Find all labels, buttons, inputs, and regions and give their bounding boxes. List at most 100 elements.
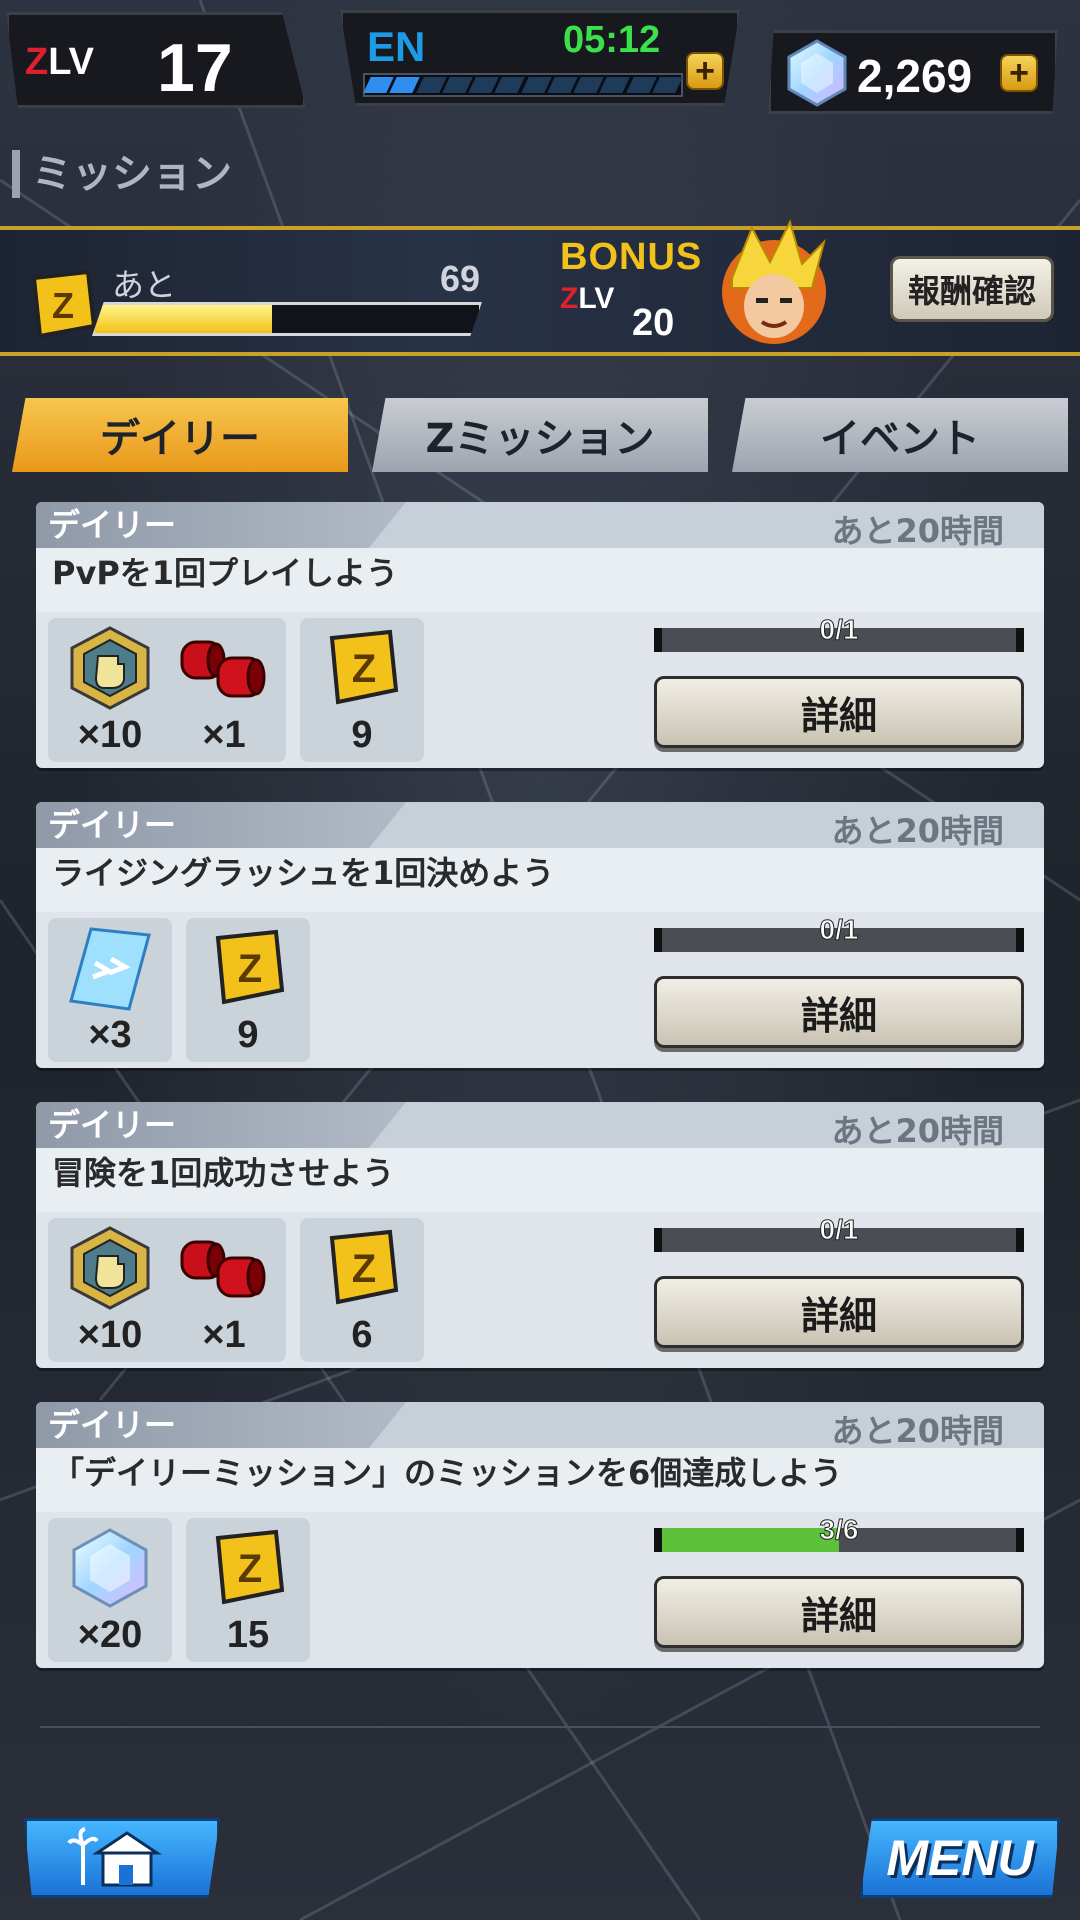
mission-header: デイリー あと20時間 — [36, 802, 1044, 850]
energy-segment — [415, 77, 447, 93]
mission-progress-text: 3/6 — [819, 1514, 859, 1546]
reward-quantity: ×3 — [88, 1014, 132, 1056]
reward-quantity: ×1 — [202, 1314, 246, 1356]
bonus-zlv-label: ZLV — [560, 282, 615, 315]
svg-text:Z: Z — [238, 947, 262, 991]
fist-medal-icon — [64, 1226, 156, 1310]
mission-progress-text: 0/1 — [819, 914, 859, 946]
mission-tabs: デイリー Zミッション イベント — [12, 398, 1068, 472]
mission-card: デイリー あと20時間 「デイリーミッション」のミッションを6個達成しよう ×2… — [36, 1402, 1044, 1668]
character-avatar-icon — [722, 219, 826, 344]
mission-card: デイリー あと20時間 PvPを1回プレイしよう ×10 ×1 Z 9 0/1 … — [36, 502, 1044, 768]
zlv-value: 17 — [157, 30, 233, 106]
energy-segment — [520, 77, 552, 93]
tab-z-mission[interactable]: Zミッション — [372, 398, 708, 472]
chrono-crystal-icon — [64, 1526, 156, 1610]
mission-title: ライジングラッシュを1回決めよう — [36, 848, 1044, 912]
reward-group: Z 6 — [300, 1218, 424, 1362]
reward-quantity: ×10 — [77, 1314, 143, 1356]
reward-group: ×20 — [48, 1518, 172, 1662]
menu-button[interactable]: MENU — [860, 1818, 1060, 1898]
z-ticket-icon: Z — [202, 926, 294, 1010]
zlv-label: ZLV — [25, 41, 94, 83]
add-crystal-button[interactable]: + — [1000, 54, 1038, 92]
reward-group: ×10 ×1 — [48, 618, 286, 762]
reward-quantity: 6 — [351, 1314, 373, 1356]
bonus-progress-fill — [95, 305, 272, 333]
reward-item: ×20 — [58, 1526, 162, 1657]
red-capsule-icon — [178, 1226, 270, 1310]
reward-item: Z 9 — [310, 626, 414, 757]
energy-panel: EN 05:12 — [340, 10, 740, 106]
mission-category: デイリー — [36, 1102, 406, 1148]
mission-time-left: あと20時間 — [831, 1412, 1004, 1450]
z-ticket-icon: Z — [202, 1526, 294, 1610]
mission-category: デイリー — [36, 1402, 406, 1448]
reward-group: Z 9 — [186, 918, 310, 1062]
z-ticket-icon: Z — [31, 270, 97, 339]
svg-text:Z: Z — [352, 1247, 376, 1291]
reward-item: ×3 — [58, 926, 162, 1057]
tab-event[interactable]: イベント — [732, 398, 1068, 472]
energy-timer: 05:12 — [563, 19, 661, 61]
reward-quantity: ×10 — [77, 714, 143, 756]
mission-rewards: ×10 ×1 Z 6 — [48, 1218, 424, 1362]
z-ticket-icon: Z — [316, 626, 408, 710]
mission-detail-button[interactable]: 詳細 — [654, 976, 1024, 1048]
bonus-zlv-value: 20 — [632, 302, 675, 344]
top-hud: ZLV 17 EN 05:12 + 2,269 + — [0, 0, 1080, 130]
energy-segment — [599, 77, 631, 93]
reward-quantity: ×1 — [202, 714, 246, 756]
mission-category: デイリー — [36, 802, 406, 848]
mission-time-left: あと20時間 — [831, 1112, 1004, 1150]
reward-quantity: 9 — [351, 714, 373, 756]
bonus-progress-bar — [92, 302, 482, 336]
reward-item: ×1 — [172, 626, 276, 757]
svg-text:Z: Z — [352, 647, 376, 691]
mission-card: デイリー あと20時間 ライジングラッシュを1回決めよう ×3 Z 9 0/1 … — [36, 802, 1044, 1068]
reward-item: ×10 — [58, 1226, 162, 1357]
bonus-label: BONUS — [560, 236, 703, 278]
z-ticket-icon: Z — [316, 1226, 408, 1310]
mission-header: デイリー あと20時間 — [36, 1402, 1044, 1450]
home-button[interactable] — [24, 1818, 220, 1898]
mission-title: 「デイリーミッション」のミッションを6個達成しよう — [36, 1448, 1044, 1512]
mission-time-left: あと20時間 — [831, 812, 1004, 850]
reward-item: Z 9 — [196, 926, 300, 1057]
mission-header: デイリー あと20時間 — [36, 502, 1044, 550]
svg-text:Z: Z — [238, 1547, 262, 1591]
energy-segment — [389, 77, 421, 93]
energy-bar — [363, 73, 683, 97]
reward-confirm-button[interactable]: 報酬確認 — [890, 256, 1054, 322]
energy-label: EN — [367, 23, 426, 70]
add-energy-button[interactable]: + — [686, 52, 724, 90]
bonus-remaining-value: 69 — [440, 258, 481, 299]
blue-ticket-icon — [64, 926, 156, 1011]
mission-rewards: ×3 Z 9 — [48, 918, 310, 1062]
bonus-remaining-label: あと — [112, 266, 177, 304]
reward-group: ×3 — [48, 918, 172, 1062]
tab-daily[interactable]: デイリー — [12, 398, 348, 472]
fist-medal-icon — [64, 626, 156, 710]
home-icon — [67, 1827, 162, 1887]
bonus-banner: Z あと 69 BONUS ZLV 20 報酬確認 — [0, 219, 1080, 356]
reward-item: Z 15 — [196, 1526, 300, 1657]
mission-detail-button[interactable]: 詳細 — [654, 1276, 1024, 1348]
svg-text:Z: Z — [52, 285, 74, 326]
energy-segment — [494, 77, 526, 93]
mission-progress-text: 0/1 — [819, 1214, 859, 1246]
mission-detail-button[interactable]: 詳細 — [654, 1576, 1024, 1648]
mission-title: 冒険を1回成功させよう — [36, 1148, 1044, 1212]
mission-card: デイリー あと20時間 冒険を1回成功させよう ×10 ×1 Z 6 0/1 詳… — [36, 1102, 1044, 1368]
reward-quantity: ×20 — [77, 1614, 143, 1656]
reward-item: Z 6 — [310, 1226, 414, 1357]
mission-detail-button[interactable]: 詳細 — [654, 676, 1024, 748]
mission-rewards: ×10 ×1 Z 9 — [48, 618, 424, 762]
mission-title: PvPを1回プレイしよう — [36, 548, 1044, 612]
chrono-crystal-icon — [787, 39, 847, 107]
reward-quantity: 9 — [237, 1014, 259, 1056]
reward-group: Z 9 — [300, 618, 424, 762]
energy-segment — [652, 77, 683, 93]
reward-item: ×10 — [58, 626, 162, 757]
red-capsule-icon — [178, 626, 270, 710]
